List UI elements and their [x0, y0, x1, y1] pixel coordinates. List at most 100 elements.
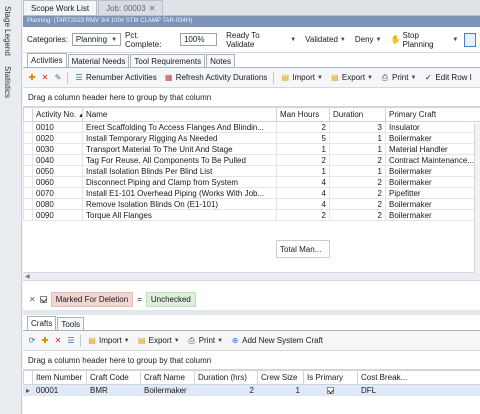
clear-filter-icon[interactable]: ✕	[29, 295, 36, 304]
col-primary-craft[interactable]: Primary Craft	[385, 107, 480, 122]
cell-duration[interactable]: 2	[329, 187, 386, 199]
tab-notes[interactable]: Notes	[206, 54, 235, 67]
print-button[interactable]: ⎙ Print ▼	[378, 72, 418, 84]
add-icon[interactable]: ✚	[40, 336, 50, 346]
tab-scope-work-list[interactable]: Scope Work List	[23, 0, 98, 15]
cell-activity-no[interactable]: 0050	[32, 165, 83, 177]
deny-button[interactable]: Deny ▼	[355, 35, 382, 44]
add-system-craft-button[interactable]: ⊕ Add New System Craft	[228, 335, 325, 347]
scroll-left-icon[interactable]: ◀	[25, 273, 30, 280]
edit-icon[interactable]: ✎	[53, 73, 63, 83]
table-row[interactable]: 0050 Install Isolation Blinds Per Blind L…	[23, 165, 480, 177]
cell-name[interactable]: Install E1-101 Overhead Piping (Works Wi…	[82, 187, 277, 199]
renumber-activities-button[interactable]: ☰ Renumber Activities	[72, 72, 159, 84]
cell-man-hours[interactable]: 1	[276, 143, 330, 155]
tab-crafts[interactable]: Crafts	[27, 316, 57, 330]
tab-activities[interactable]: Activities	[27, 53, 67, 67]
import-button[interactable]: ▤ Import ▼	[278, 72, 325, 84]
tab-tool-requirements[interactable]: Tool Requirements	[130, 54, 206, 67]
table-row[interactable]: 0080 Remove Isolation Blinds On (E1-101) 4…	[23, 198, 480, 210]
cell-primary-craft[interactable]: Insulator	[385, 121, 480, 133]
add-icon[interactable]: ✚	[27, 73, 37, 83]
cell-primary-craft[interactable]: Contract Maintenance...	[385, 154, 480, 166]
cell-name[interactable]: Torque All Flanges	[82, 209, 277, 221]
export-button[interactable]: ▤ Export ▼	[328, 72, 375, 84]
table-row[interactable]: 0060 Disconnect Piping and Clamp from Sys…	[23, 176, 480, 188]
craft-export-button[interactable]: ▤ Export ▼	[135, 335, 182, 347]
cell-activity-no[interactable]: 0030	[32, 143, 83, 155]
cell-activity-no[interactable]: 0010	[32, 121, 83, 133]
craft-print-button[interactable]: ⎙ Print ▼	[185, 335, 225, 347]
table-row[interactable]: 0040 Tag For Reuse, All Components To Be …	[23, 154, 480, 166]
cell-man-hours[interactable]: 4	[276, 176, 330, 188]
tab-material-needs[interactable]: Material Needs	[67, 54, 130, 67]
close-icon[interactable]: ✕	[149, 4, 156, 13]
table-row[interactable]: 0030 Transport Material To The Unit And S…	[23, 143, 480, 155]
cell-name[interactable]: Install Temporary Rigging As Needed	[82, 132, 277, 144]
document-icon[interactable]	[464, 32, 476, 47]
cell-primary-craft[interactable]: Boilermaker	[385, 165, 480, 177]
delete-icon[interactable]: ✕	[40, 73, 50, 83]
cell-man-hours[interactable]: 5	[276, 132, 330, 144]
cell-cost-break[interactable]: DFL	[357, 384, 480, 396]
delete-icon[interactable]: ✕	[53, 336, 63, 346]
is-primary-checkbox[interactable]	[327, 386, 334, 394]
table-row[interactable]: ▸ 00001 BMR Boilermaker 2 1 DFL	[23, 384, 480, 396]
col-craft-code[interactable]: Craft Code	[86, 370, 141, 385]
cell-duration[interactable]: 1	[329, 143, 386, 155]
stop-planning-button[interactable]: ✋ Stop Planning ▼	[391, 31, 459, 49]
cell-name[interactable]: Transport Material To The Unit And Stage	[82, 143, 277, 155]
cell-craft-code[interactable]: BMR	[86, 384, 141, 396]
numbered-list-icon[interactable]: ☰	[66, 336, 76, 346]
cell-duration[interactable]: 2	[329, 198, 386, 210]
refresh-durations-button[interactable]: ▦ Refresh Activity Durations	[162, 72, 270, 84]
cell-duration[interactable]: 1	[329, 132, 386, 144]
filter-enabled-checkbox[interactable]	[39, 295, 47, 303]
cell-crew-size[interactable]: 1	[257, 384, 304, 396]
ready-to-validate-button[interactable]: Ready To Validate ▼	[226, 31, 296, 49]
cell-man-hours[interactable]: 1	[276, 165, 330, 177]
cell-duration[interactable]: 3	[329, 121, 386, 133]
cell-primary-craft[interactable]: Boilermaker	[385, 132, 480, 144]
cell-activity-no[interactable]: 0090	[32, 209, 83, 221]
categories-select[interactable]: Planning ▼	[71, 33, 122, 46]
vertical-scrollbar[interactable]	[474, 123, 480, 273]
filter-field-chip[interactable]: Marked For Deletion	[50, 291, 134, 307]
cell-primary-craft[interactable]: Boilermaker	[385, 198, 480, 210]
cell-activity-no[interactable]: 0080	[32, 198, 83, 210]
cell-name[interactable]: Remove Isolation Blinds On (E1-101)	[82, 198, 277, 210]
cell-name[interactable]: Erect Scaffolding To Access Flanges And …	[82, 121, 277, 133]
statistics-tab[interactable]: Statistics	[3, 66, 12, 98]
edit-row-toggle[interactable]: ✓ Edit Row I	[421, 72, 473, 84]
cell-duration[interactable]: 1	[329, 165, 386, 177]
table-row[interactable]: 0090 Torque All Flanges 2 2 Boilermaker	[23, 209, 480, 221]
stage-legend-tab[interactable]: Stage Legend	[3, 6, 12, 56]
cell-name[interactable]: Disconnect Piping and Clamp from System	[82, 176, 277, 188]
cell-primary-craft[interactable]: Boilermaker	[385, 209, 480, 221]
cell-activity-no[interactable]: 0060	[32, 176, 83, 188]
col-crew-size[interactable]: Crew Size	[257, 370, 304, 385]
table-row[interactable]: 0020 Install Temporary Rigging As Needed 5…	[23, 132, 480, 144]
validated-button[interactable]: Validated ▼	[305, 35, 346, 44]
cell-item-number[interactable]: 00001	[32, 384, 87, 396]
pct-complete-field[interactable]: 100%	[179, 33, 218, 46]
cell-duration[interactable]: 2	[329, 176, 386, 188]
col-duration-hrs[interactable]: Duration (hrs)	[194, 370, 258, 385]
craft-import-button[interactable]: ▤ Import ▼	[85, 335, 132, 347]
col-activity-no[interactable]: Activity No. ▲	[32, 107, 83, 122]
col-item-number[interactable]: Item Number	[32, 370, 87, 385]
cell-name[interactable]: Install Isolation Blinds Per Blind List	[82, 165, 277, 177]
cell-primary-craft[interactable]: Material Handler	[385, 143, 480, 155]
col-man-hours[interactable]: Man Hours	[276, 107, 330, 122]
refresh-icon[interactable]: ⟳	[27, 336, 37, 346]
cell-activity-no[interactable]: 0040	[32, 154, 83, 166]
cell-activity-no[interactable]: 0070	[32, 187, 83, 199]
table-row[interactable]: 0010 Erect Scaffolding To Access Flanges …	[23, 121, 480, 133]
cell-primary-craft[interactable]: Pipefitter	[385, 187, 480, 199]
cell-man-hours[interactable]: 2	[276, 154, 330, 166]
cell-activity-no[interactable]: 0020	[32, 132, 83, 144]
cell-man-hours[interactable]: 2	[276, 121, 330, 133]
tab-tools[interactable]: Tools	[57, 317, 85, 330]
cell-name[interactable]: Tag For Reuse, All Components To Be Pull…	[82, 154, 277, 166]
table-row[interactable]: 0070 Install E1-101 Overhead Piping (Work…	[23, 187, 480, 199]
